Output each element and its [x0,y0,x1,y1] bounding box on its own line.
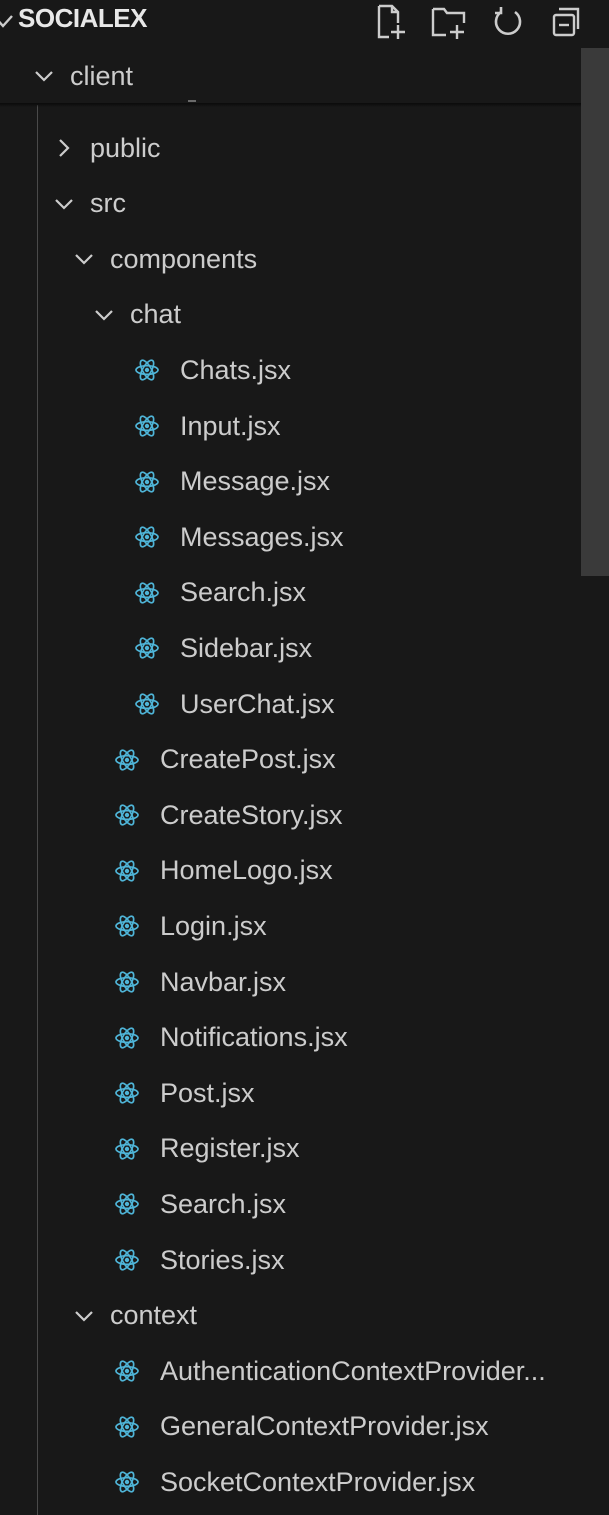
file-name: Post.jsx [160,1077,255,1108]
chevron-right-icon[interactable] [52,136,76,160]
react-icon [134,469,160,495]
tree-file-row[interactable]: CreatePost.jsx [0,733,581,787]
chevron-down-icon[interactable] [72,247,96,271]
tree-file-row[interactable]: HomeLogo.jsx [0,844,581,898]
file-name: Register.jsx [160,1133,300,1164]
file-name: Search.jsx [180,577,307,608]
chevron-down-icon[interactable] [0,6,14,34]
file-name: SocketContextProvider.jsx [160,1466,476,1497]
react-icon [134,635,160,661]
file-name: Input.jsx [180,410,281,441]
tree-file-row[interactable]: CreateStory.jsx [0,788,581,842]
folder-name: components [110,243,258,274]
file-name: Search.jsx [160,1188,287,1219]
folder-name: client [70,60,134,91]
react-icon [114,1191,140,1217]
tree-folder-row[interactable]: chat [0,288,581,342]
tree-file-row[interactable]: Post.jsx [0,1066,581,1120]
section-title: SOCIALEX [18,3,147,33]
tree-folder-row[interactable]: public [0,121,581,175]
file-explorer: SOCIALEX client public src components ch… [0,0,609,1515]
react-icon [114,1358,140,1384]
chevron-down-icon[interactable] [72,1304,96,1328]
tree-file-row[interactable]: Navbar.jsx [0,955,581,1009]
chevron-down-icon[interactable] [52,192,76,216]
react-icon [114,1414,140,1440]
react-icon [134,580,160,606]
file-name: CreateStory.jsx [160,799,343,830]
tree-file-row[interactable]: Stories.jsx [0,1233,581,1287]
collapse-all-icon [552,7,580,37]
react-icon [134,691,160,717]
tree-file-row[interactable]: Notifications.jsx [0,1011,581,1065]
explorer-section-header[interactable]: SOCIALEX [0,0,609,46]
file-name: AuthenticationContextProvider... [160,1355,546,1386]
explorer-toolbar [370,2,602,42]
react-icon [114,802,140,828]
file-name: Navbar.jsx [160,966,287,997]
react-icon [114,1136,140,1162]
react-icon [114,913,140,939]
tree-file-row[interactable]: GeneralContextProvider.jsx [0,1400,581,1454]
file-name: Stories.jsx [160,1244,285,1275]
refresh-button[interactable] [486,2,530,42]
folder-name: src [90,188,126,219]
scrolled-content-fragment [188,100,196,102]
tree-file-row[interactable]: Message.jsx [0,455,581,509]
tree-file-row[interactable]: Register.jsx [0,1122,581,1176]
tree-folder-row[interactable]: client [0,49,581,103]
file-name: Messages.jsx [180,521,344,552]
new-file-icon [377,4,405,39]
tree-file-row[interactable]: UserChat.jsx [0,677,581,731]
react-icon [114,1025,140,1051]
scrollbar-thumb[interactable] [581,48,609,576]
file-name: Login.jsx [160,910,267,941]
tree-folder-row[interactable]: src [0,177,581,231]
tree-file-row[interactable]: Search.jsx [0,1177,581,1231]
file-name: UserChat.jsx [180,688,335,719]
react-icon [114,969,140,995]
collapse-all-button[interactable] [544,2,588,42]
file-name: CreatePost.jsx [160,744,336,775]
react-icon [114,1247,140,1273]
react-icon [114,858,140,884]
tree-folder-row[interactable]: context [0,1289,581,1343]
file-name: HomeLogo.jsx [160,855,333,886]
file-name: Message.jsx [180,466,331,497]
sticky-scroll-shadow [0,103,581,107]
refresh-icon [494,7,522,35]
chevron-down-icon[interactable] [92,303,116,327]
tree-file-row[interactable]: AuthenticationContextProvider... [0,1344,581,1398]
new-folder-button[interactable] [428,2,472,42]
folder-name: context [110,1300,198,1331]
tree-file-row[interactable]: Input.jsx [0,399,581,453]
tree-file-row[interactable]: Sidebar.jsx [0,621,581,675]
tree-file-row[interactable]: Search.jsx [0,566,581,620]
react-icon [114,747,140,773]
tree-file-row[interactable]: Login.jsx [0,899,581,953]
file-name: Chats.jsx [180,354,292,385]
react-icon [114,1080,140,1106]
react-icon [134,524,160,550]
chevron-down-icon[interactable] [32,64,56,88]
folder-name: public [90,132,161,163]
folder-name: chat [130,299,182,330]
react-icon [134,413,160,439]
new-folder-icon [431,7,466,39]
tree-file-row[interactable]: SocketContextProvider.jsx [0,1455,581,1509]
file-name: Sidebar.jsx [180,632,313,663]
react-icon [114,1469,140,1495]
tree-folder-row[interactable]: components [0,232,581,286]
new-file-button[interactable] [370,2,414,42]
file-name: GeneralContextProvider.jsx [160,1411,489,1442]
tree-file-row[interactable]: Messages.jsx [0,510,581,564]
tree-file-row[interactable]: Chats.jsx [0,343,581,397]
react-icon [134,357,160,383]
file-name: Notifications.jsx [160,1022,348,1053]
